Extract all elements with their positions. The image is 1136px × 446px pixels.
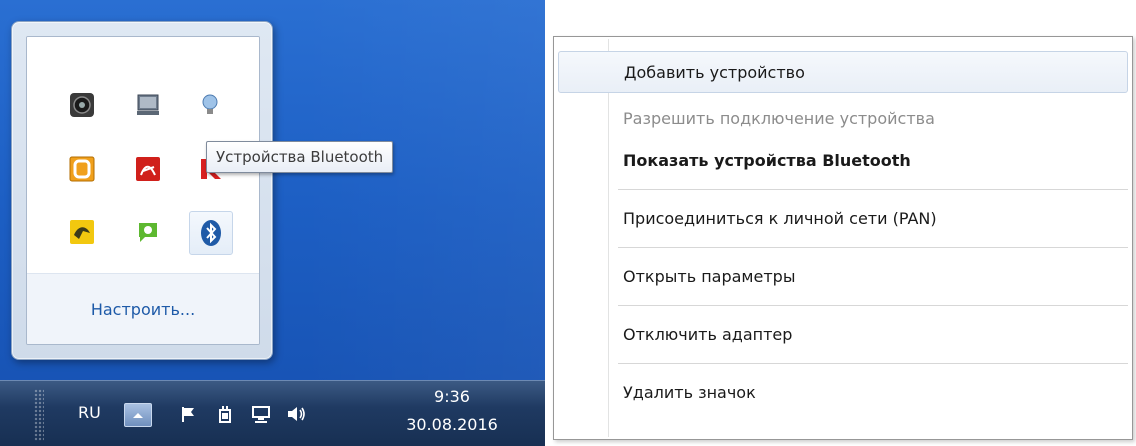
action-center-flag-icon[interactable] <box>178 403 200 425</box>
menu-separator <box>618 305 1128 306</box>
menu-separator <box>618 247 1128 248</box>
bluetooth-context-menu: Добавить устройство Разрешить подключени… <box>553 36 1133 440</box>
media-player-icon[interactable] <box>67 90 97 120</box>
language-indicator[interactable]: RU <box>78 403 101 422</box>
taskbar: RU 9:36 30.08.2016 <box>0 380 545 446</box>
clock-date: 30.08.2016 <box>406 415 498 434</box>
network-icon[interactable] <box>250 403 272 425</box>
chevron-up-icon <box>133 413 143 418</box>
clock[interactable]: 9:36 30.08.2016 <box>372 383 532 439</box>
volume-icon[interactable] <box>286 403 308 425</box>
menu-item-show-bluetooth-devices[interactable]: Показать устройства Bluetooth <box>558 139 1128 181</box>
taskbar-grip[interactable] <box>34 389 44 441</box>
bluetooth-icon[interactable] <box>189 211 233 255</box>
bluetooth-tooltip: Устройства Bluetooth <box>206 141 394 173</box>
menu-item-join-pan[interactable]: Присоединиться к личной сети (PAN) <box>558 197 1128 239</box>
desktop-area: Настроить... Устройства Bluetooth RU 9:3… <box>0 0 545 446</box>
acrobat-reader-icon[interactable] <box>133 154 163 184</box>
yellow-app-icon[interactable] <box>67 217 97 247</box>
menu-separator <box>618 189 1128 190</box>
menu-item-allow-connection: Разрешить подключение устройства <box>623 108 935 128</box>
flyout-panel: Настроить... <box>26 36 260 345</box>
menu-item-add-device[interactable]: Добавить устройство <box>558 51 1128 93</box>
laptop-display-icon[interactable] <box>133 90 163 120</box>
power-icon[interactable] <box>214 403 236 425</box>
light-bulb-icon[interactable] <box>195 90 225 120</box>
green-chat-icon[interactable] <box>133 217 163 247</box>
notification-overflow-flyout: Настроить... <box>11 21 273 360</box>
menu-separator <box>618 363 1128 364</box>
menu-item-disable-adapter[interactable]: Отключить адаптер <box>558 313 1128 355</box>
orange-o-app-icon[interactable] <box>67 154 97 184</box>
customize-section: Настроить... <box>27 273 259 344</box>
clock-time: 9:36 <box>434 387 470 406</box>
show-hidden-icons-button[interactable] <box>124 403 152 427</box>
menu-item-open-settings[interactable]: Открыть параметры <box>558 255 1128 297</box>
customize-link[interactable]: Настроить... <box>27 300 259 319</box>
menu-item-remove-icon[interactable]: Удалить значок <box>558 371 1128 413</box>
